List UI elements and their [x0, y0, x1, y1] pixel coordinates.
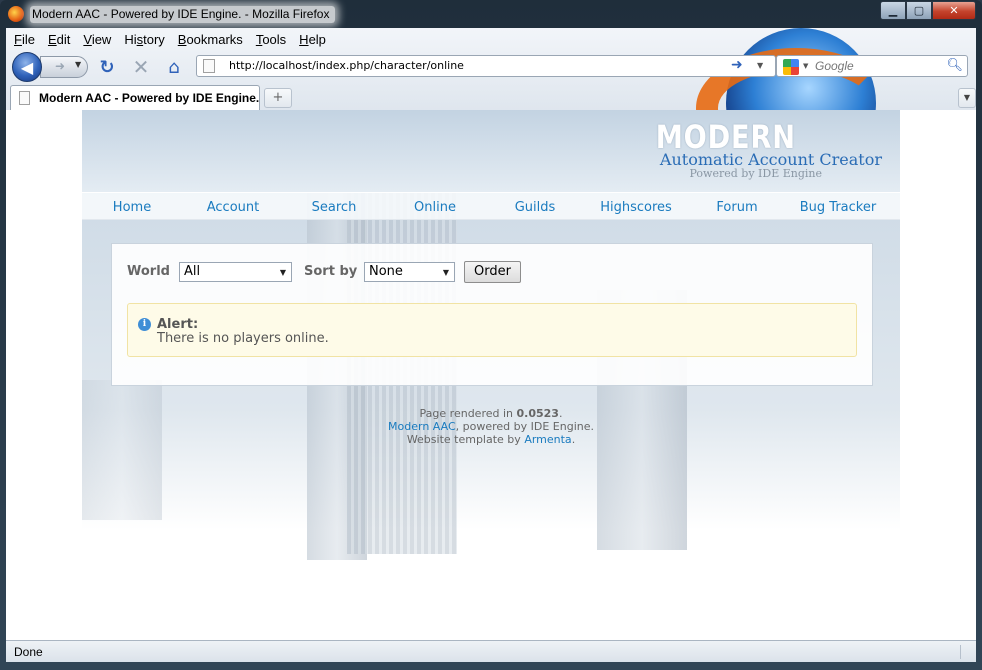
site-container: MODERN Automatic Account Creator Powered…	[82, 110, 900, 640]
nav-home[interactable]: Home	[82, 200, 182, 215]
status-text: Done	[14, 645, 43, 659]
tab-active[interactable]: Modern AAC - Powered by IDE Engine.	[10, 85, 260, 110]
engine-dropdown-icon[interactable]: ▼	[803, 62, 808, 70]
menu-edit[interactable]: Edit	[40, 30, 75, 50]
sort-select-value: None	[369, 264, 403, 279]
menu-view[interactable]: View	[75, 30, 116, 50]
sort-by-label: Sort by	[304, 264, 358, 279]
menu-bar: File Edit View History Bookmarks Tools H…	[6, 30, 331, 50]
firefox-icon	[8, 6, 24, 22]
browser-chrome: File Edit View History Bookmarks Tools H…	[6, 28, 976, 110]
menu-history[interactable]: History	[116, 30, 169, 50]
browser-window: Modern AAC - Powered by IDE Engine. - Mo…	[0, 0, 982, 670]
menu-tools[interactable]: Tools	[248, 30, 291, 50]
forward-button[interactable]: ➜ ▼	[40, 56, 88, 78]
back-arrow-icon: ◀	[20, 57, 34, 77]
history-dropdown-icon[interactable]: ▼	[75, 60, 81, 69]
world-select[interactable]: All ▼	[179, 262, 292, 282]
site-header: MODERN Automatic Account Creator Powered…	[82, 110, 900, 192]
back-button[interactable]: ◀	[12, 52, 42, 82]
nav-account[interactable]: Account	[183, 200, 283, 215]
google-icon[interactable]	[783, 59, 799, 75]
home-icon[interactable]: ⌂	[163, 56, 185, 78]
navigation-toolbar: ➜ ▼ ◀ ↻ ✕ ⌂ http://localhost/index.php/c…	[6, 50, 976, 82]
new-tab-button[interactable]: +	[264, 88, 292, 108]
url-text[interactable]: http://localhost/index.php/character/onl…	[229, 59, 464, 72]
credits-line: Modern AAC, powered by IDE Engine.	[388, 420, 594, 433]
stop-icon[interactable]: ✕	[130, 55, 152, 79]
template-line: Website template by Armenta.	[406, 433, 576, 446]
nav-search[interactable]: Search	[284, 200, 384, 215]
render-time: 0.0523	[516, 407, 559, 420]
alert-title: Alert:	[157, 317, 199, 332]
background-building	[82, 380, 162, 520]
page-icon	[203, 59, 215, 73]
resize-grip[interactable]	[960, 645, 972, 659]
tab-bar: Modern AAC - Powered by IDE Engine. + ▼	[6, 84, 976, 110]
forward-arrow-icon: ➜	[55, 59, 66, 73]
tab-list-button[interactable]: ▼	[958, 88, 976, 108]
window-controls: ▁ ▢ ✕	[880, 1, 976, 20]
menu-file[interactable]: File	[6, 30, 40, 50]
magnifier-icon[interactable]: 🔍︎	[946, 58, 963, 73]
sort-by-select[interactable]: None ▼	[364, 262, 455, 282]
search-box[interactable]: ▼ Google 🔍︎	[776, 55, 968, 77]
menu-bookmarks[interactable]: Bookmarks	[170, 30, 248, 50]
address-bar[interactable]: http://localhost/index.php/character/onl…	[196, 55, 776, 77]
close-button[interactable]: ✕	[932, 1, 976, 20]
info-icon: i	[138, 318, 151, 331]
alert-box: i Alert: There is no players online.	[127, 303, 857, 357]
logo-powered-by: Powered by IDE Engine	[689, 167, 822, 180]
online-panel: World All ▼ Sort by None ▼ Order i Alert…	[111, 243, 873, 386]
maximize-button[interactable]: ▢	[906, 1, 932, 20]
render-time-line: Page rendered in 0.0523.	[419, 407, 563, 420]
nav-bug-tracker[interactable]: Bug Tracker	[788, 200, 888, 215]
page-icon	[19, 91, 30, 105]
title-bar[interactable]: Modern AAC - Powered by IDE Engine. - Mo…	[0, 0, 982, 28]
modern-aac-link[interactable]: Modern AAC	[388, 420, 456, 433]
window-title: Modern AAC - Powered by IDE Engine. - Mo…	[30, 6, 336, 23]
nav-online[interactable]: Online	[385, 200, 485, 215]
nav-guilds[interactable]: Guilds	[485, 200, 585, 215]
chevron-down-icon: ▼	[279, 268, 286, 277]
status-bar: Done	[6, 640, 976, 662]
site-nav: Home Account Search Online Guilds Highsc…	[82, 192, 900, 220]
nav-forum[interactable]: Forum	[687, 200, 787, 215]
order-button[interactable]: Order	[464, 261, 521, 283]
search-placeholder[interactable]: Google	[815, 59, 854, 73]
world-label: World	[127, 264, 170, 279]
armenta-link[interactable]: Armenta	[524, 433, 571, 446]
reload-icon[interactable]: ↻	[96, 56, 118, 78]
site-footer: Page rendered in 0.0523. Modern AAC, pow…	[82, 407, 900, 446]
nav-highscores[interactable]: Highscores	[586, 200, 686, 215]
chevron-down-icon: ▼	[442, 268, 449, 277]
minimize-button[interactable]: ▁	[880, 1, 906, 20]
menu-help[interactable]: Help	[291, 30, 331, 50]
url-dropdown-icon[interactable]: ▼	[757, 61, 763, 70]
go-arrow-icon[interactable]: ➜	[731, 57, 743, 73]
tab-label: Modern AAC - Powered by IDE Engine.	[39, 91, 260, 105]
alert-message: There is no players online.	[157, 331, 329, 346]
page-viewport: MODERN Automatic Account Creator Powered…	[6, 110, 976, 640]
world-select-value: All	[184, 264, 201, 279]
